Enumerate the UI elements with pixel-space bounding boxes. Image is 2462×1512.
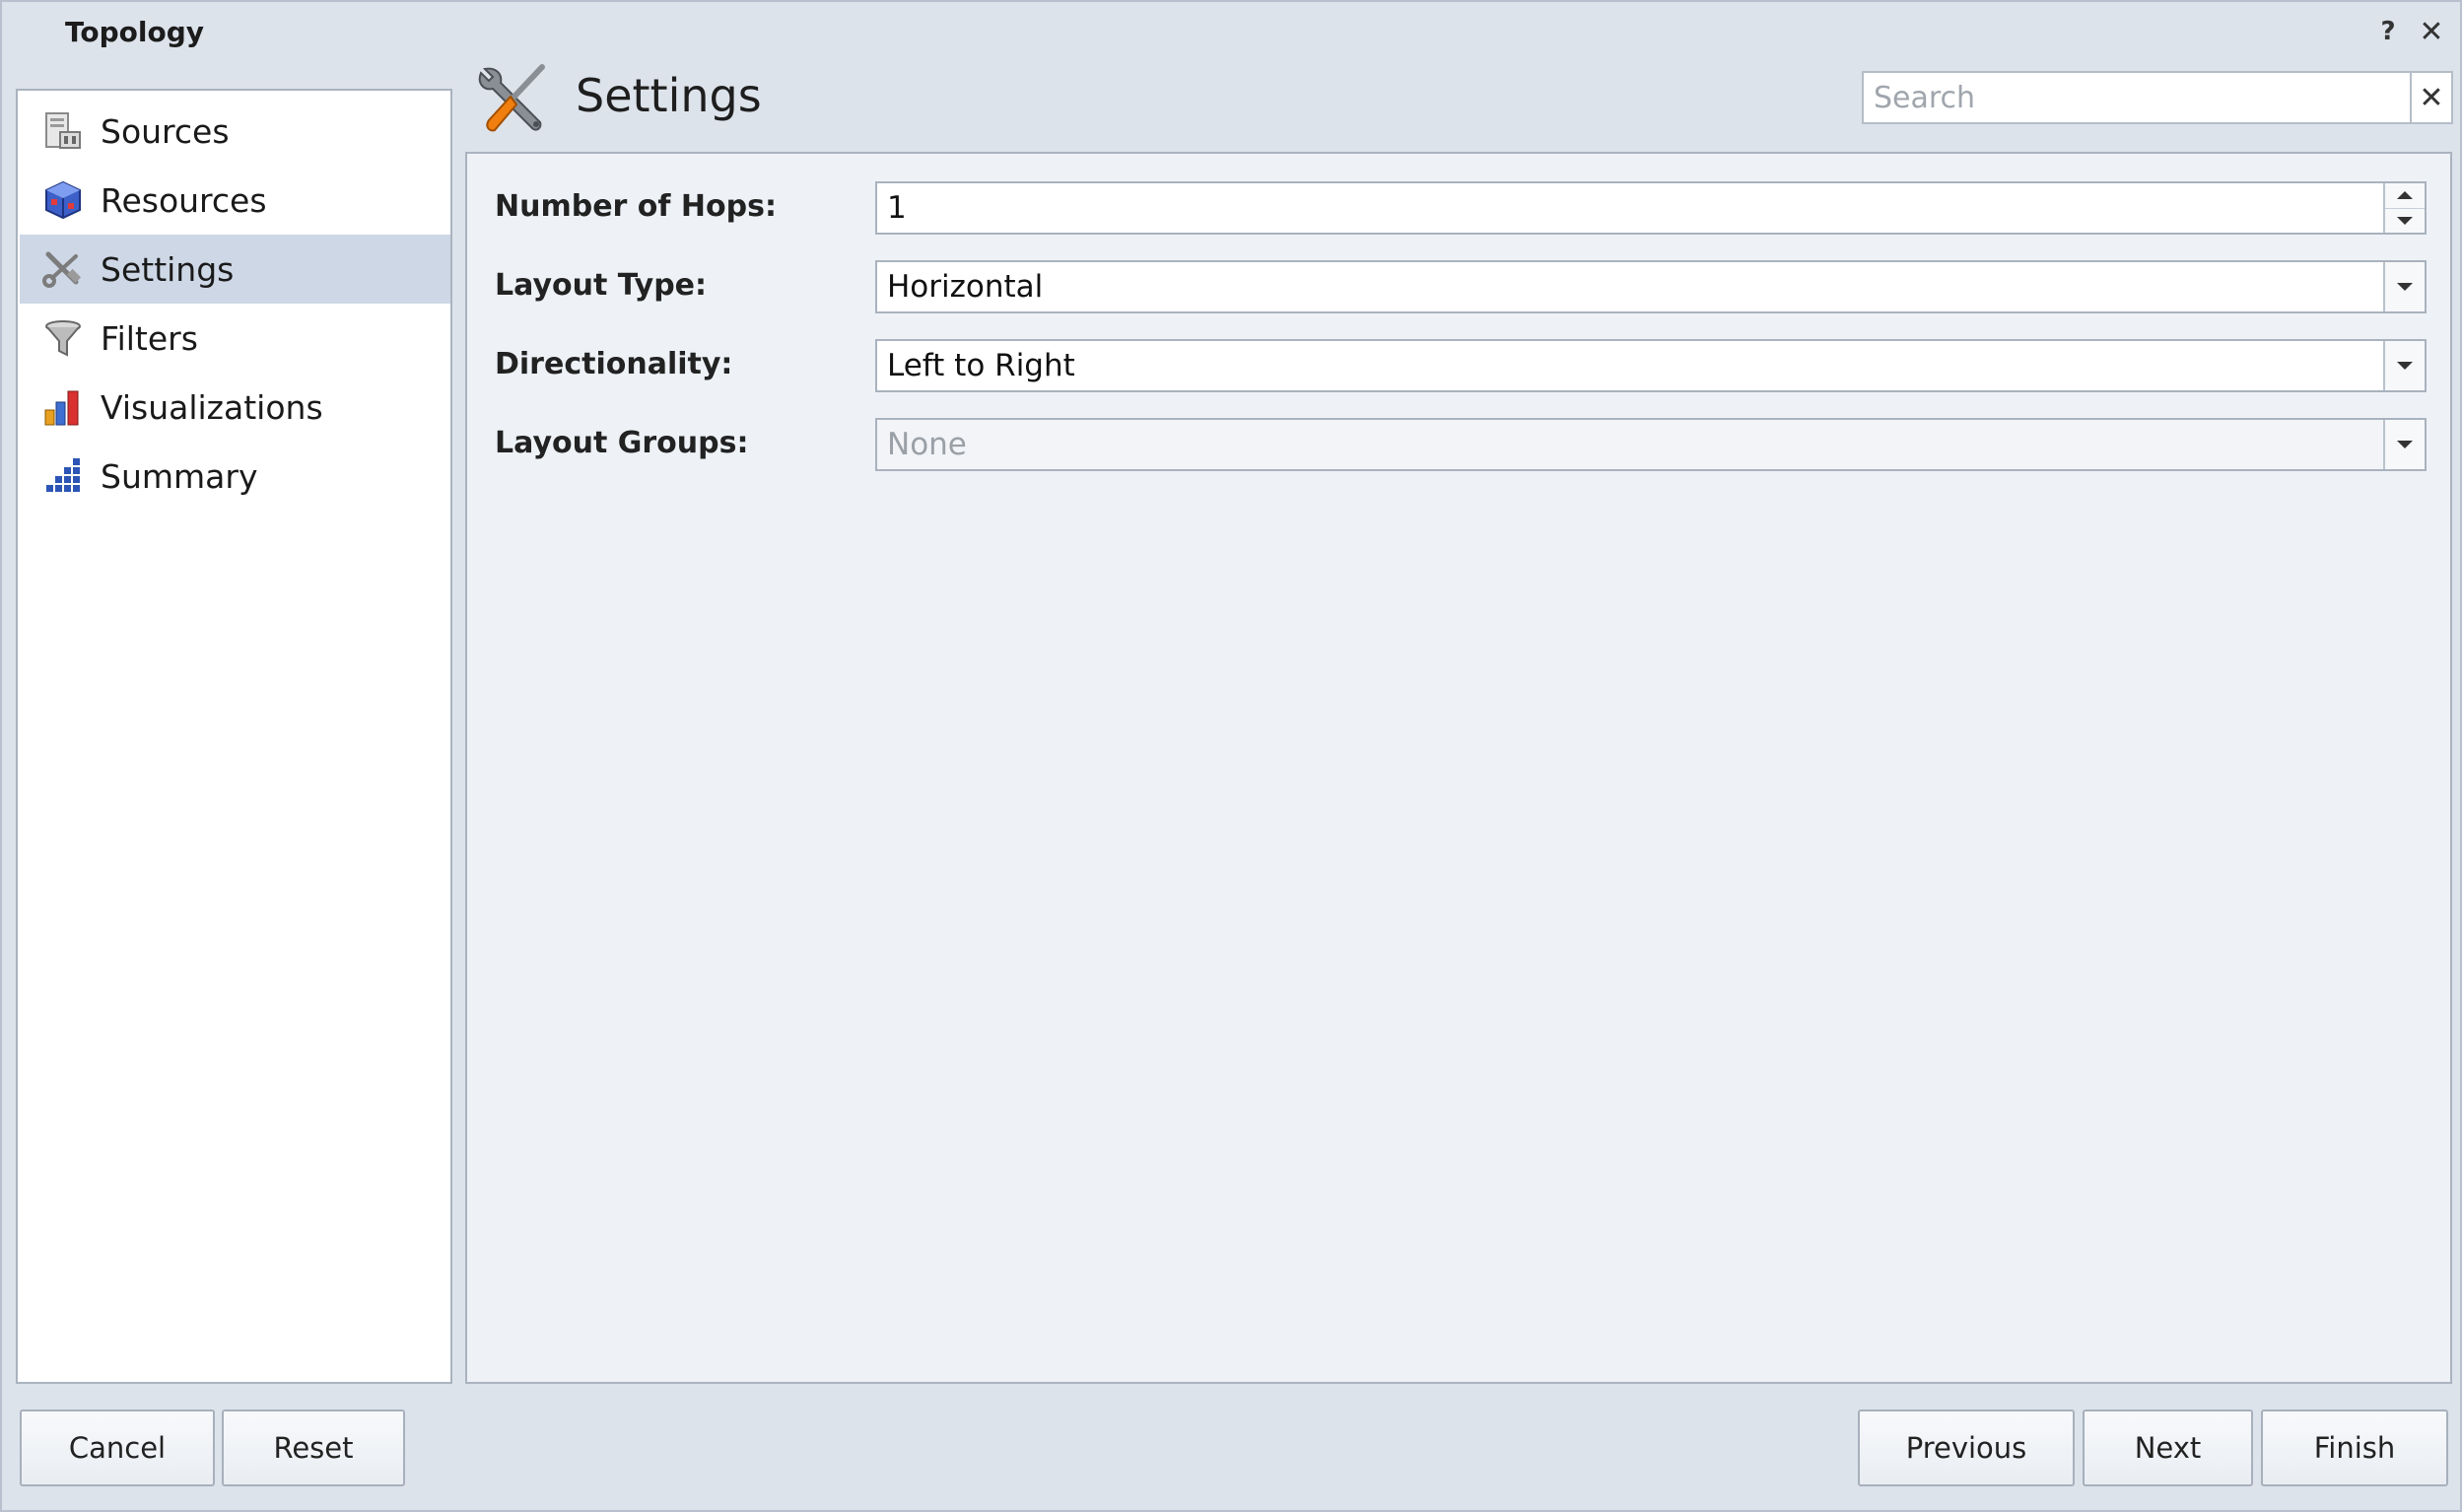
hops-stepper[interactable]: 1: [875, 181, 2427, 235]
sidebar-item-label: Resources: [101, 180, 267, 220]
sources-icon: [41, 109, 85, 153]
spin-down-button[interactable]: [2385, 208, 2425, 233]
reset-button[interactable]: Reset: [222, 1409, 405, 1486]
sidebar-item-visualizations[interactable]: Visualizations: [20, 373, 450, 442]
hops-label: Number of Hops:: [495, 189, 777, 224]
topology-dialog: Topology ? ✕ Sources Resources Settings …: [0, 0, 2462, 1512]
layout-type-value: Horizontal: [887, 269, 1044, 305]
sidebar-item-summary[interactable]: Summary: [20, 442, 450, 511]
sidebar-item-label: Settings: [101, 249, 235, 289]
directionality-value: Left to Right: [887, 348, 1075, 383]
filter-icon: [41, 316, 85, 360]
help-button[interactable]: ?: [2370, 14, 2406, 49]
sidebar-item-settings[interactable]: Settings: [20, 235, 450, 304]
layout-groups-dropdown-button[interactable]: [2383, 420, 2425, 469]
sidebar-item-resources[interactable]: Resources: [20, 166, 450, 235]
dialog-title: Topology: [65, 16, 205, 48]
layout-groups-select[interactable]: None: [875, 418, 2427, 471]
sidebar-item-label: Visualizations: [101, 387, 323, 427]
chevron-down-icon: [2397, 362, 2413, 370]
layout-type-label: Layout Type:: [495, 268, 708, 303]
page-title: Settings: [576, 69, 762, 122]
settings-panel: Number of Hops: 1 Layout Type: Horizonta…: [465, 152, 2452, 1384]
bar-chart-icon: [41, 385, 85, 429]
chevron-down-icon: [2397, 283, 2413, 291]
chevron-down-icon: [2397, 216, 2413, 225]
hops-spin: [2383, 183, 2425, 233]
spin-up-button[interactable]: [2385, 183, 2425, 209]
layout-type-dropdown-button[interactable]: [2383, 262, 2425, 311]
chevron-up-icon: [2397, 191, 2413, 200]
chevron-down-icon: [2397, 441, 2413, 448]
hops-value[interactable]: 1: [877, 190, 2383, 226]
sidebar-item-label: Summary: [101, 456, 258, 496]
directionality-label: Directionality:: [495, 347, 733, 381]
layout-groups-label: Layout Groups:: [495, 426, 749, 460]
settings-icon: [41, 247, 85, 291]
wrench-screwdriver-icon: [471, 59, 552, 140]
sidebar-item-sources[interactable]: Sources: [20, 97, 450, 166]
sidebar-item-label: Sources: [101, 111, 230, 151]
layout-type-select[interactable]: Horizontal: [875, 260, 2427, 313]
summary-icon: [41, 454, 85, 498]
sidebar-item-filters[interactable]: Filters: [20, 304, 450, 373]
cancel-button[interactable]: Cancel: [20, 1409, 215, 1486]
sidebar-item-label: Filters: [101, 318, 198, 358]
search-input[interactable]: [1862, 71, 2412, 124]
directionality-select[interactable]: Left to Right: [875, 339, 2427, 392]
next-button[interactable]: Next: [2083, 1409, 2253, 1486]
previous-button[interactable]: Previous: [1858, 1409, 2075, 1486]
directionality-dropdown-button[interactable]: [2383, 341, 2425, 390]
search-clear-button[interactable]: ✕: [2412, 71, 2453, 124]
layout-groups-value: None: [887, 427, 967, 462]
resources-icon: [41, 178, 85, 222]
close-icon: ✕: [2419, 80, 2444, 115]
close-button[interactable]: ✕: [2414, 14, 2449, 49]
sidebar-nav: Sources Resources Settings Filters Visua…: [16, 89, 452, 1384]
finish-button[interactable]: Finish: [2261, 1409, 2448, 1486]
